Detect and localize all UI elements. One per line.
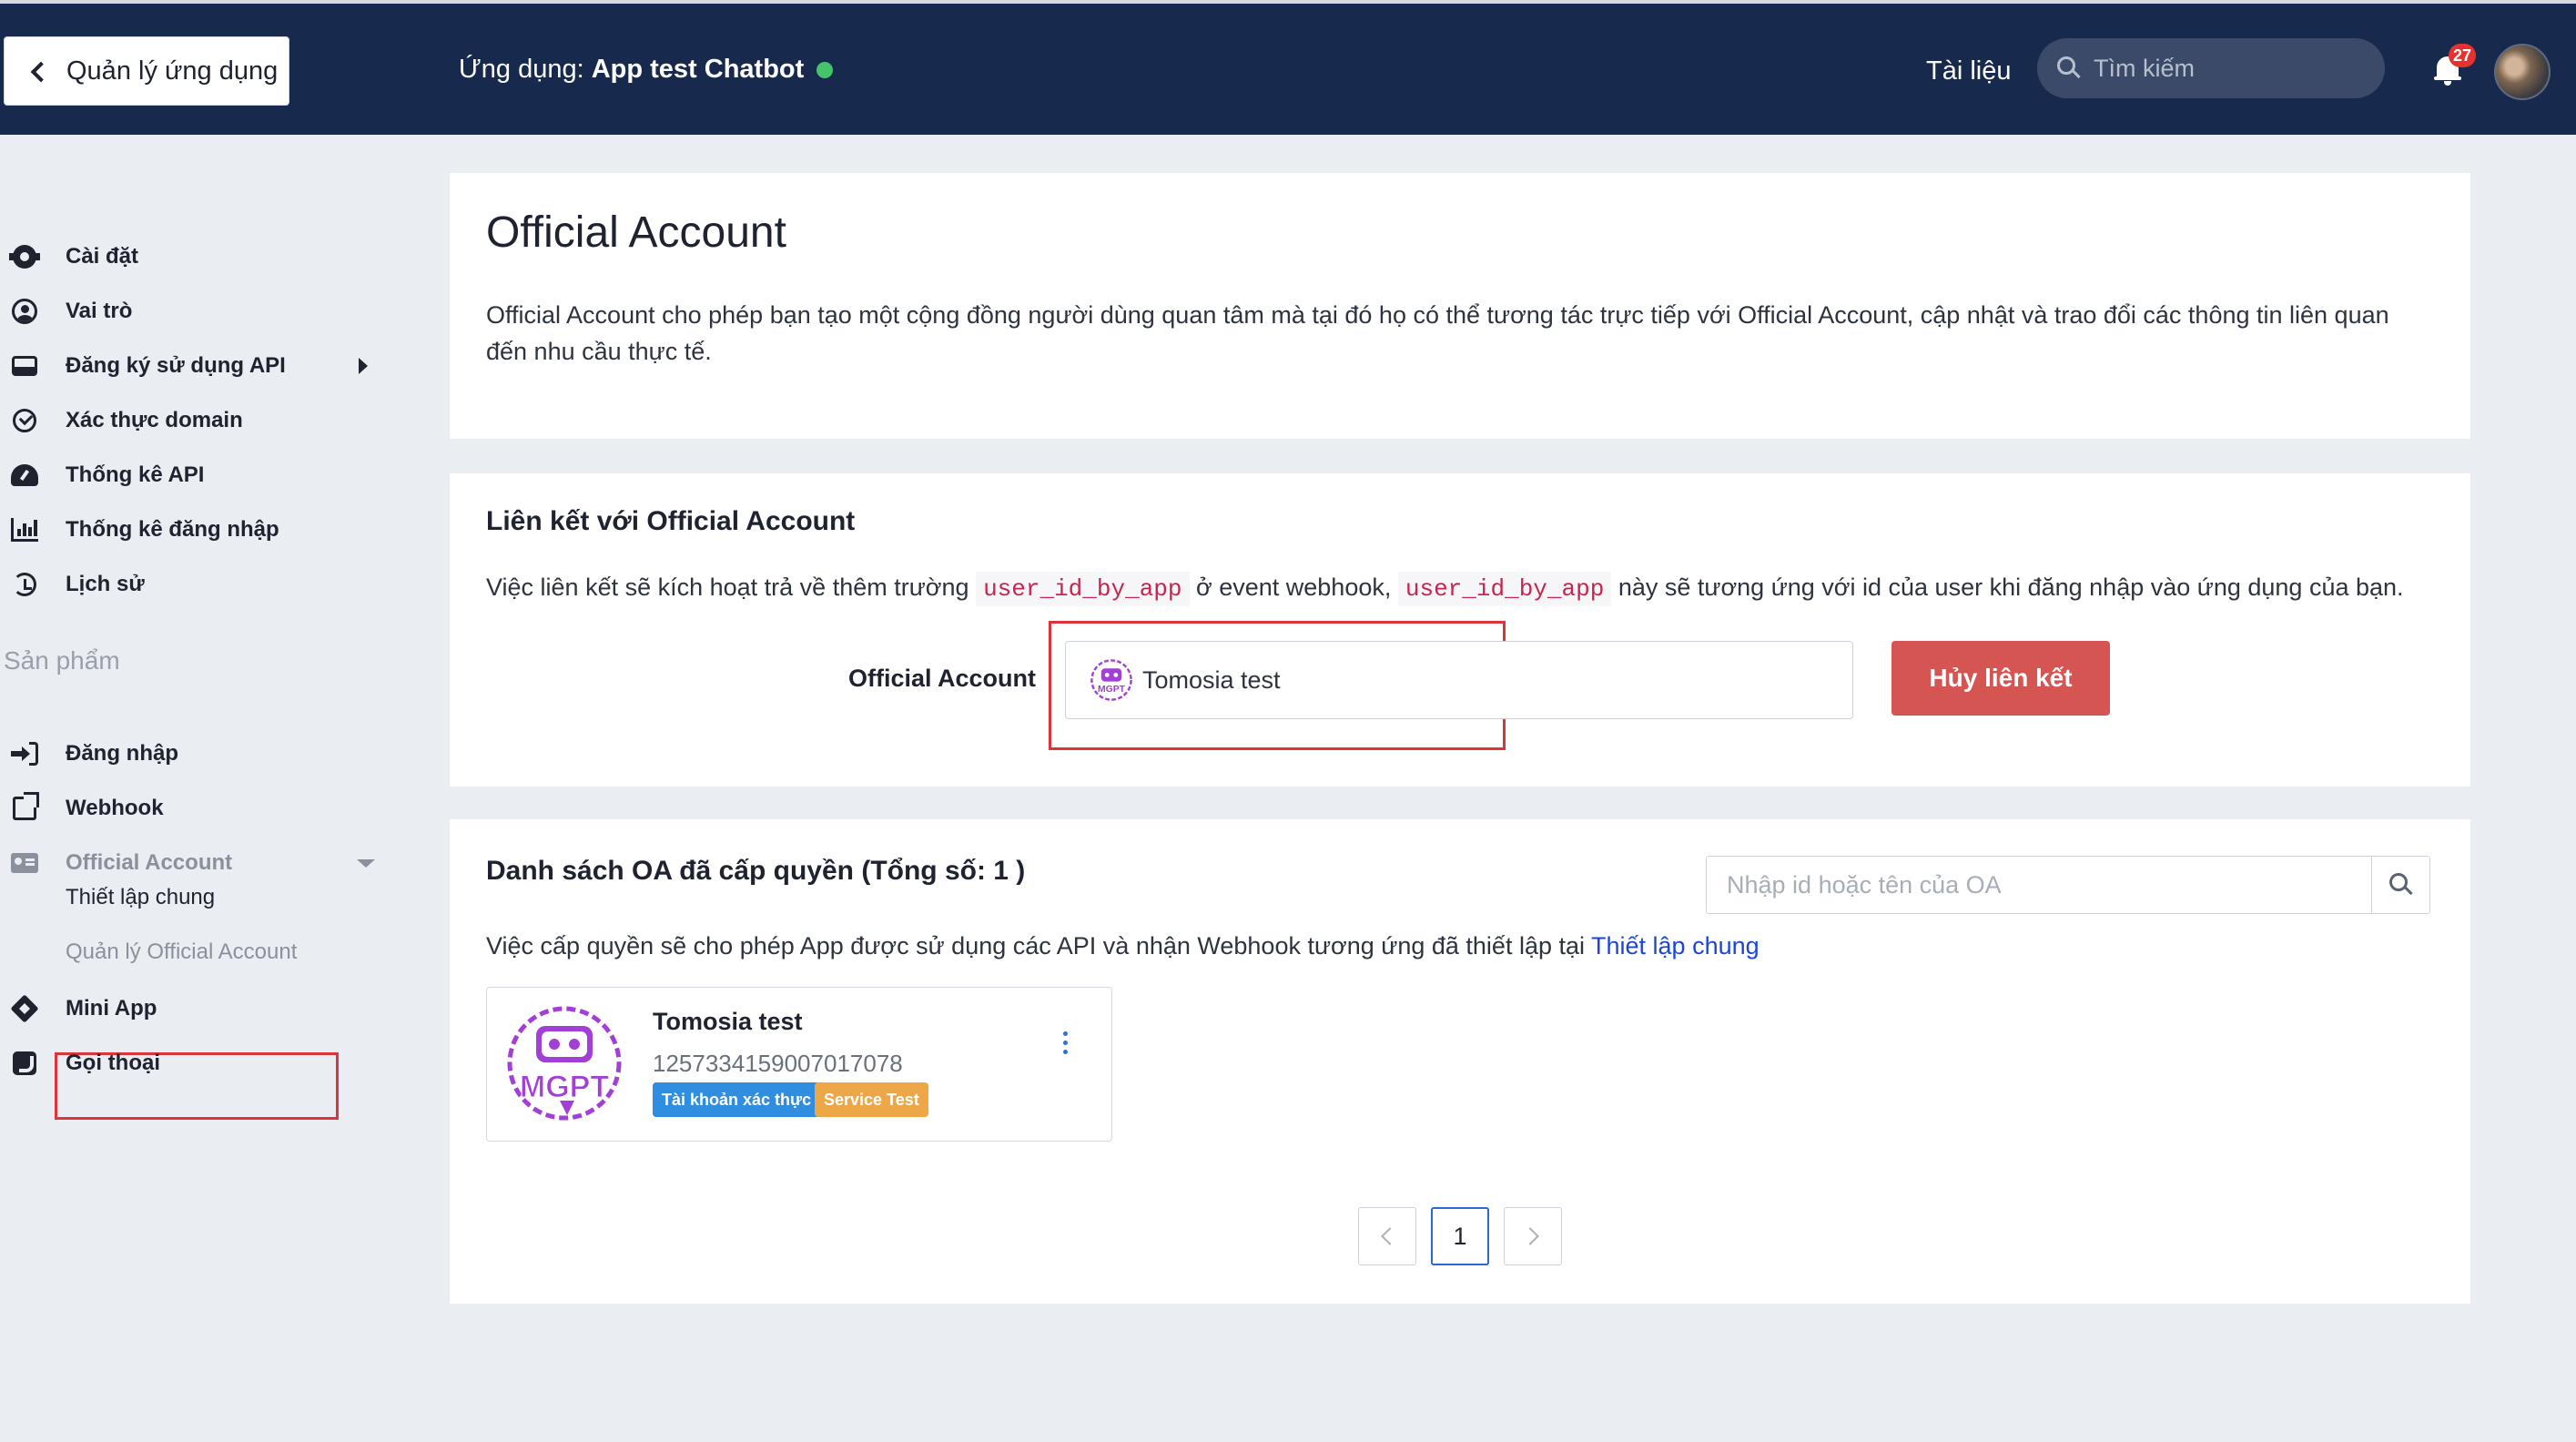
page-description: Official Account cho phép bạn tạo một cộ…	[486, 301, 2389, 365]
sidebar-item-label: Đăng nhập	[66, 741, 178, 766]
unlink-button[interactable]: Hủy liên kết	[1891, 641, 2110, 716]
oa-list-panel: Danh sách OA đã cấp quyền (Tổng số: 1 ) …	[450, 819, 2470, 1304]
sidebar-item-label: Thống kê API	[66, 462, 205, 487]
cube-icon	[10, 994, 39, 1023]
chevron-right-icon	[1521, 1227, 1539, 1245]
sidebar-item-api-registration[interactable]: Đăng ký sử dụng API	[0, 340, 391, 391]
sidebar-item-api-stats[interactable]: Thống kê API	[0, 450, 391, 501]
sidebar-item-label: Gọi thoại	[66, 1051, 160, 1075]
service-test-badge: Service Test	[815, 1082, 928, 1117]
external-link-icon	[11, 792, 39, 822]
link-oa-panel: Liên kết với Official Account Việc liên …	[450, 473, 2470, 787]
phone-icon	[11, 1050, 38, 1077]
general-settings-link[interactable]: Thiết lập chung	[1591, 932, 1760, 960]
section-label-products: Sản phẩm	[4, 646, 120, 675]
avatar[interactable]	[2494, 44, 2551, 100]
oa-card-id: 1257334159007017078	[653, 1050, 903, 1077]
oa-search-input[interactable]	[1707, 858, 2371, 912]
top-navbar: Quản lý ứng dụng Ứng dụng: App test Chat…	[0, 4, 2576, 135]
svg-text:MGPT: MGPT	[1098, 685, 1126, 695]
chevron-left-icon	[30, 61, 52, 83]
sidebar-item-label: Vai trò	[66, 299, 133, 323]
oa-list-description: Việc cấp quyền sẽ cho phép App được sử d…	[486, 932, 1760, 960]
oa-list-desc-text: Việc cấp quyền sẽ cho phép App được sử d…	[486, 932, 1585, 960]
sidebar-item-history[interactable]: Lịch sử	[0, 559, 391, 610]
sidebar-item-label: Đăng ký sử dụng API	[66, 353, 286, 378]
sidebar-item-label: Thống kê đăng nhập	[66, 517, 279, 542]
sidebar-item-domain-verification[interactable]: Xác thực domain	[0, 395, 391, 446]
sidebar-item-login-stats[interactable]: Thống kê đăng nhập	[0, 504, 391, 555]
sign-in-icon	[11, 740, 38, 767]
chevron-left-icon	[1381, 1227, 1399, 1245]
link-desc-part3: này sẽ tương ứng với id của user khi đăn…	[1618, 574, 2404, 601]
sidebar-item-label: Cài đặt	[66, 244, 139, 269]
oa-card[interactable]: MGPT Tomosia test 1257334159007017078 Tà…	[486, 987, 1112, 1142]
intro-panel: Official Account Official Account cho ph…	[450, 173, 2470, 439]
sidebar-item-voice-call[interactable]: Gọi thoại	[0, 1038, 391, 1089]
oa-card-name: Tomosia test	[653, 1008, 803, 1035]
oa-field-label: Official Account	[848, 665, 1037, 692]
app-title: Ứng dụng: App test Chatbot	[459, 55, 834, 85]
code-user-id-by-app-2: user_id_by_app	[1397, 572, 1612, 606]
sidebar-item-label: Official Account	[66, 850, 233, 875]
docs-link[interactable]: Tài liệu	[1926, 56, 2012, 86]
oa-list-title: Danh sách OA đã cấp quyền (Tổng số: 1 )	[486, 856, 1026, 886]
sidebar-item-official-account[interactable]: Official Account	[0, 838, 391, 889]
sidebar-item-label: Mini App	[66, 996, 157, 1021]
caret-down-icon	[357, 858, 375, 868]
search-icon	[2388, 873, 2413, 897]
sidebar-item-label: Xác thực domain	[66, 408, 243, 432]
bar-chart-icon	[11, 516, 38, 543]
link-desc-part2: ở event webhook,	[1196, 574, 1392, 601]
oa-search	[1706, 856, 2430, 914]
sidebar-item-label: Webhook	[66, 796, 164, 820]
sidebar-subitem-general-settings[interactable]: Thiết lập chung	[66, 885, 215, 910]
more-options-icon[interactable]	[1060, 1031, 1070, 1057]
sidebar: Cài đặt Vai trò Đăng ký sử dụng API Xác …	[0, 135, 401, 1442]
sidebar-item-roles[interactable]: Vai trò	[0, 286, 391, 337]
sidebar-item-label: Lịch sử	[66, 572, 145, 596]
mgpt-logo-icon: MGPT	[1090, 659, 1132, 701]
page-title: Official Account	[486, 208, 786, 257]
verified-account-badge: Tài khoản xác thực	[653, 1082, 821, 1117]
search-icon	[2057, 56, 2081, 80]
code-user-id-by-app: user_id_by_app	[976, 572, 1190, 606]
sidebar-item-mini-app[interactable]: Mini App	[0, 983, 391, 1034]
oa-search-button[interactable]	[2371, 857, 2429, 913]
inbox-icon	[11, 352, 38, 380]
sidebar-item-settings[interactable]: Cài đặt	[0, 231, 391, 282]
pagination-page-1[interactable]: 1	[1431, 1207, 1489, 1265]
sidebar-subitem-manage-oa[interactable]: Quản lý Official Account	[66, 939, 297, 965]
notification-badge: 27	[2449, 44, 2476, 67]
app-name: App test Chatbot	[591, 55, 805, 84]
link-section-description: Việc liên kết sẽ kích hoạt trả về thêm t…	[486, 572, 2404, 606]
pagination-next-button[interactable]	[1504, 1207, 1562, 1265]
history-icon	[11, 571, 38, 598]
global-search-input[interactable]	[2094, 54, 2367, 83]
pagination-prev-button[interactable]	[1358, 1207, 1416, 1265]
id-card-icon	[11, 849, 38, 877]
gauge-icon	[11, 462, 38, 489]
back-to-apps-button[interactable]: Quản lý ứng dụng	[4, 36, 289, 106]
app-title-prefix: Ứng dụng:	[459, 55, 584, 84]
oa-select[interactable]: MGPT Tomosia test	[1065, 641, 1853, 719]
user-circle-icon	[11, 298, 38, 325]
check-circle-icon	[11, 407, 38, 434]
caret-right-icon	[359, 358, 368, 374]
status-dot-icon	[816, 62, 834, 79]
gear-icon	[9, 243, 40, 270]
link-section-title: Liên kết với Official Account	[486, 506, 856, 536]
oa-select-value: Tomosia test	[1142, 665, 1281, 694]
sidebar-item-webhook[interactable]: Webhook	[0, 783, 391, 834]
sidebar-item-login[interactable]: Đăng nhập	[0, 728, 391, 779]
global-search[interactable]	[2037, 38, 2385, 98]
link-desc-part1: Việc liên kết sẽ kích hoạt trả về thêm t…	[486, 574, 969, 601]
mgpt-logo-icon: MGPT	[507, 1006, 622, 1121]
svg-text:MGPT: MGPT	[520, 1070, 609, 1104]
back-button-label: Quản lý ứng dụng	[66, 56, 279, 86]
